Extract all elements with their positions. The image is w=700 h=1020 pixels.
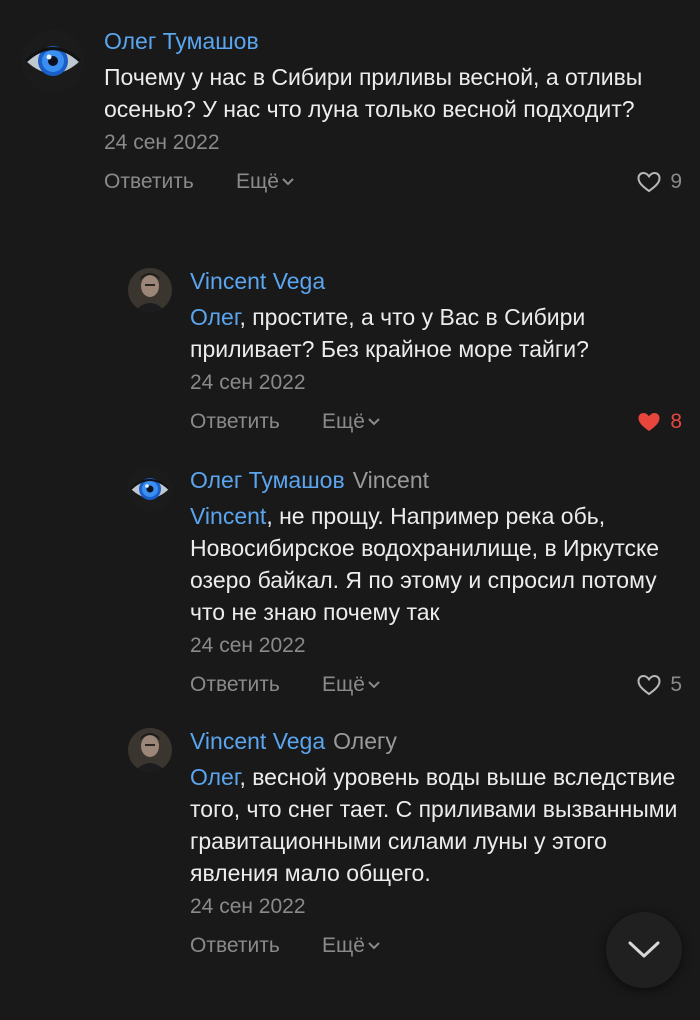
heart-outline-icon bbox=[637, 674, 661, 696]
comment-author[interactable]: Vincent Vega bbox=[190, 728, 325, 754]
chevron-down-icon bbox=[368, 681, 380, 689]
chevron-down-icon bbox=[368, 418, 380, 426]
heart-filled-icon bbox=[638, 413, 660, 431]
comment-author[interactable]: Vincent Vega bbox=[190, 268, 325, 294]
avatar[interactable] bbox=[128, 728, 172, 772]
comment-date: 24 сен 2022 bbox=[190, 895, 306, 918]
comment-text: Vincent, не прощу. Например река обь, Но… bbox=[190, 500, 682, 628]
like-count: 9 bbox=[670, 170, 682, 193]
more-button[interactable]: Ещё bbox=[322, 407, 381, 437]
like-count: 8 bbox=[670, 410, 682, 433]
like-button[interactable]: 5 bbox=[636, 670, 682, 700]
more-label: Ещё bbox=[236, 170, 279, 193]
heart-outline-icon bbox=[637, 171, 661, 193]
comment-date: 24 сен 2022 bbox=[190, 634, 306, 657]
comment-author[interactable]: Олег Тумашов bbox=[104, 28, 259, 54]
comment-text: Олег, простите, а что у Вас в Сибири при… bbox=[190, 301, 682, 365]
comment-text-body: , простите, а что у Вас в Сибири прилива… bbox=[190, 304, 589, 362]
person-photo-avatar-icon bbox=[128, 728, 172, 772]
like-button[interactable]: 8 bbox=[636, 407, 682, 437]
more-button[interactable]: Ещё bbox=[322, 931, 381, 961]
mention-link[interactable]: Vincent bbox=[190, 503, 266, 529]
reply-to-label[interactable]: Олегу bbox=[333, 728, 397, 754]
chevron-down-icon bbox=[368, 942, 380, 950]
more-label: Ещё bbox=[322, 410, 365, 433]
comment-date: 24 сен 2022 bbox=[104, 131, 220, 154]
chevron-down-icon bbox=[628, 941, 660, 958]
blue-eye-avatar-icon bbox=[22, 30, 84, 92]
comment-author[interactable]: Олег Тумашов bbox=[190, 467, 345, 493]
avatar[interactable] bbox=[22, 30, 84, 92]
avatar[interactable] bbox=[128, 268, 172, 312]
more-button[interactable]: Ещё bbox=[236, 167, 295, 197]
comment-date: 24 сен 2022 bbox=[190, 371, 306, 394]
more-label: Ещё bbox=[322, 673, 365, 696]
mention-link[interactable]: Олег bbox=[190, 764, 239, 790]
blue-eye-avatar-icon bbox=[128, 467, 172, 511]
like-button[interactable]: 9 bbox=[636, 167, 682, 197]
like-count: 5 bbox=[670, 673, 682, 696]
reply-button[interactable]: Ответить bbox=[190, 931, 280, 961]
comment-text: Олег, весной уровень воды выше вследстви… bbox=[190, 761, 682, 889]
avatar[interactable] bbox=[128, 467, 172, 511]
comment-text: Почему у нас в Сибири приливы весной, а … bbox=[104, 64, 643, 122]
chevron-down-icon bbox=[282, 178, 294, 186]
scroll-down-button[interactable] bbox=[606, 912, 682, 988]
reply-button[interactable]: Ответить bbox=[190, 670, 280, 700]
more-label: Ещё bbox=[322, 934, 365, 957]
reply-button[interactable]: Ответить bbox=[190, 407, 280, 437]
reply-button[interactable]: Ответить bbox=[104, 167, 194, 197]
person-photo-avatar-icon bbox=[128, 268, 172, 312]
more-button[interactable]: Ещё bbox=[322, 670, 381, 700]
mention-link[interactable]: Олег bbox=[190, 304, 239, 330]
reply-to-label[interactable]: Vincent bbox=[353, 467, 429, 493]
comment-text-body: , весной уровень воды выше вследствие то… bbox=[190, 764, 678, 886]
